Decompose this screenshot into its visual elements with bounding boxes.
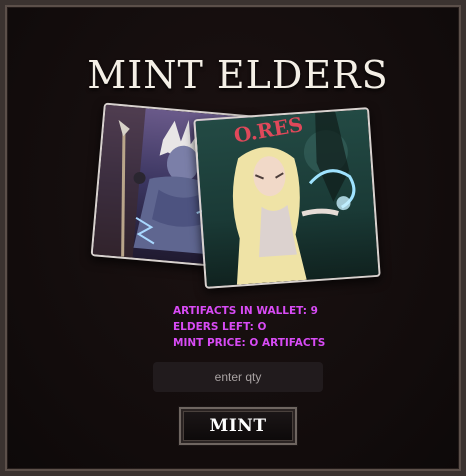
artifacts-in-wallet-text: ARTIFACTS IN WALLET: 9	[173, 305, 318, 317]
page-title: MINT ELDERS	[87, 53, 389, 97]
mint-panel: MINT ELDERS O.RES ARTIFACTS IN WALLET: 9…	[0, 0, 466, 476]
mint-stats: ARTIFACTS IN WALLET: 9 ELDERS LEFT: O MI…	[173, 303, 325, 351]
mint-button[interactable]: MINT	[179, 407, 297, 445]
quantity-input[interactable]	[153, 362, 323, 392]
sorceress-card-image: O.RES	[193, 107, 381, 289]
elders-left-text: ELDERS LEFT: O	[173, 321, 267, 333]
mint-price-text: MINT PRICE: O ARTIFACTS	[173, 337, 326, 349]
